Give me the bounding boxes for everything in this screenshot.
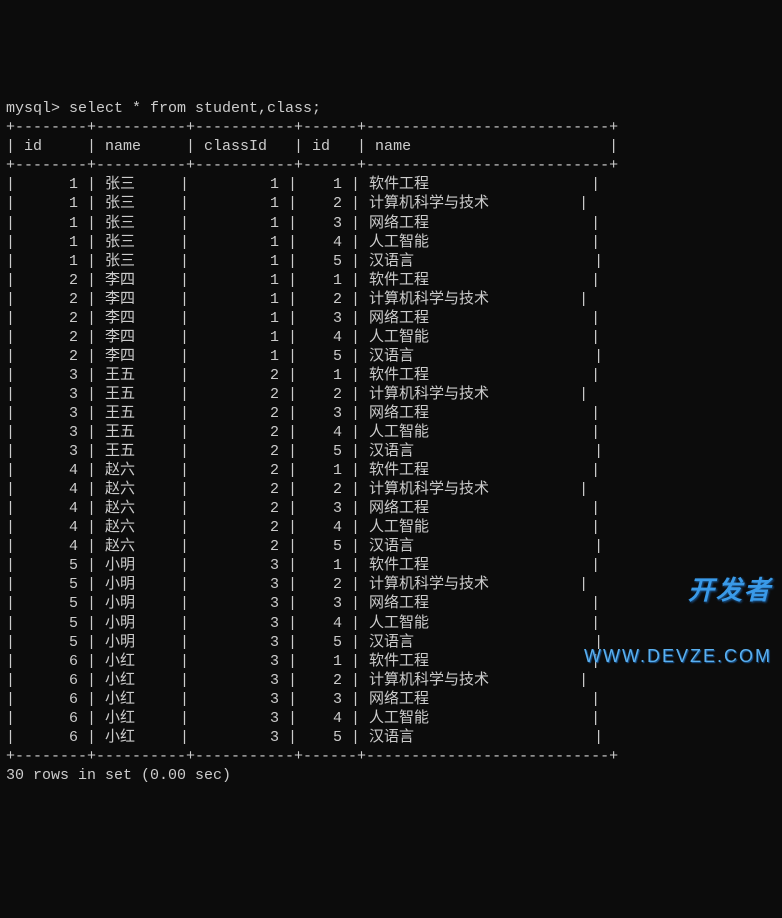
mysql-prompt: mysql> [6,100,69,117]
watermark-url: WWW.DEVZE.COM [584,645,772,668]
table-bottom-border: +--------+----------+-----------+------+… [6,748,618,765]
table-body: | 1 | 张三 | 1 | 1 | 软件工程 | | 1 | 张三 | 1 |… [6,176,603,745]
table-top-border: +--------+----------+-----------+------+… [6,119,618,136]
result-footer: 30 rows in set (0.00 sec) [6,767,231,784]
sql-query: select * from student,class; [69,100,321,117]
table-header-row: | id | name | classId | id | name | [6,138,618,155]
table-header-border: +--------+----------+-----------+------+… [6,157,618,174]
watermark: 开发者 WWW.DEVZE.COM [584,536,772,687]
watermark-chinese: 开发者 [584,574,772,607]
